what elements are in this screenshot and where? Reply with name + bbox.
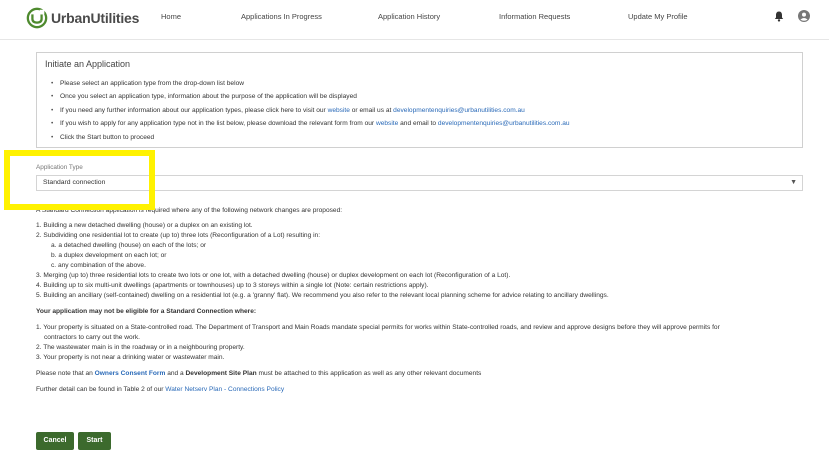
logo[interactable]: UrbanUtilities — [26, 6, 139, 30]
list-item: 2. Subdividing one residential lot to cr… — [36, 232, 321, 239]
instruction-item: Once you select an application type, inf… — [51, 90, 796, 104]
list-sub-item: b. a duplex development on each lot; or — [51, 252, 167, 259]
application-description: A Standard Connection application is req… — [36, 206, 816, 395]
cancel-button[interactable]: Cancel — [36, 432, 74, 450]
brand-name: UrbanUtilities — [51, 10, 140, 26]
nav-update-my-profile[interactable]: Update My Profile — [628, 12, 688, 21]
nav-applications-in-progress[interactable]: Applications In Progress — [241, 12, 322, 21]
not-eligible-heading: Your application may not be eligible for… — [36, 308, 257, 315]
initiate-application-panel: Initiate an Application Please select an… — [36, 52, 803, 148]
further-detail-note: Further detail can be found in Table 2 o… — [36, 386, 285, 393]
caret-down-icon: ▼ — [790, 179, 797, 186]
development-site-plan-text: Development Site Plan — [185, 370, 257, 377]
connections-policy-link[interactable]: Water Netserv Plan - Connections Policy — [165, 386, 284, 393]
list-item: 4. Building up to six multi-unit dwellin… — [36, 282, 429, 289]
instruction-item: Click the Start button to proceed — [51, 131, 796, 145]
nav-home[interactable]: Home — [161, 12, 181, 21]
attachment-note: Please note that an Owners Consent Form … — [36, 370, 482, 377]
list-item: 3. Your property is not near a drinking … — [36, 354, 225, 361]
list-item: 5. Building an ancillary (self-contained… — [36, 292, 609, 299]
bell-icon[interactable] — [774, 11, 784, 22]
instruction-item: If you need any further information abou… — [51, 104, 796, 118]
panel-title: Initiate an Application — [45, 59, 131, 69]
list-item-continued: contractors to carry out the work. — [44, 334, 141, 341]
start-button[interactable]: Start — [78, 432, 111, 450]
list-item: 1. Your property is situated on a State-… — [36, 324, 720, 331]
list-sub-item: a. a detached dwelling (house) on each o… — [51, 242, 207, 249]
email-link[interactable]: developmentenquiries@urbanutilities.com.… — [393, 107, 525, 114]
nav-information-requests[interactable]: Information Requests — [499, 12, 570, 21]
email-link[interactable]: developmentenquiries@urbanutilities.com.… — [438, 120, 570, 127]
owners-consent-form-link[interactable]: Owners Consent Form — [95, 370, 166, 377]
instructions-list: Please select an application type from t… — [51, 77, 796, 144]
urban-utilities-logo-icon — [26, 7, 48, 29]
list-item: 2. The wastewater main is in the roadway… — [36, 344, 245, 351]
website-link[interactable]: website — [328, 107, 350, 114]
instruction-item: If you wish to apply for any application… — [51, 117, 796, 131]
user-avatar-icon[interactable] — [798, 10, 810, 22]
list-item: 1. Building a new detached dwelling (hou… — [36, 222, 253, 229]
list-sub-item: c. any combination of the above. — [51, 262, 146, 269]
annotation-highlight-box — [4, 150, 155, 210]
list-item: 3. Merging (up to) three residential lot… — [36, 272, 511, 279]
nav-application-history[interactable]: Application History — [378, 12, 440, 21]
not-eligible-list: 1. Your property is situated on a State-… — [36, 323, 816, 363]
change-list: 1. Building a new detached dwelling (hou… — [36, 221, 816, 301]
top-navigation-bar: UrbanUtilities Home Applications In Prog… — [0, 0, 829, 40]
website-link[interactable]: website — [376, 120, 398, 127]
instruction-item: Please select an application type from t… — [51, 77, 796, 91]
